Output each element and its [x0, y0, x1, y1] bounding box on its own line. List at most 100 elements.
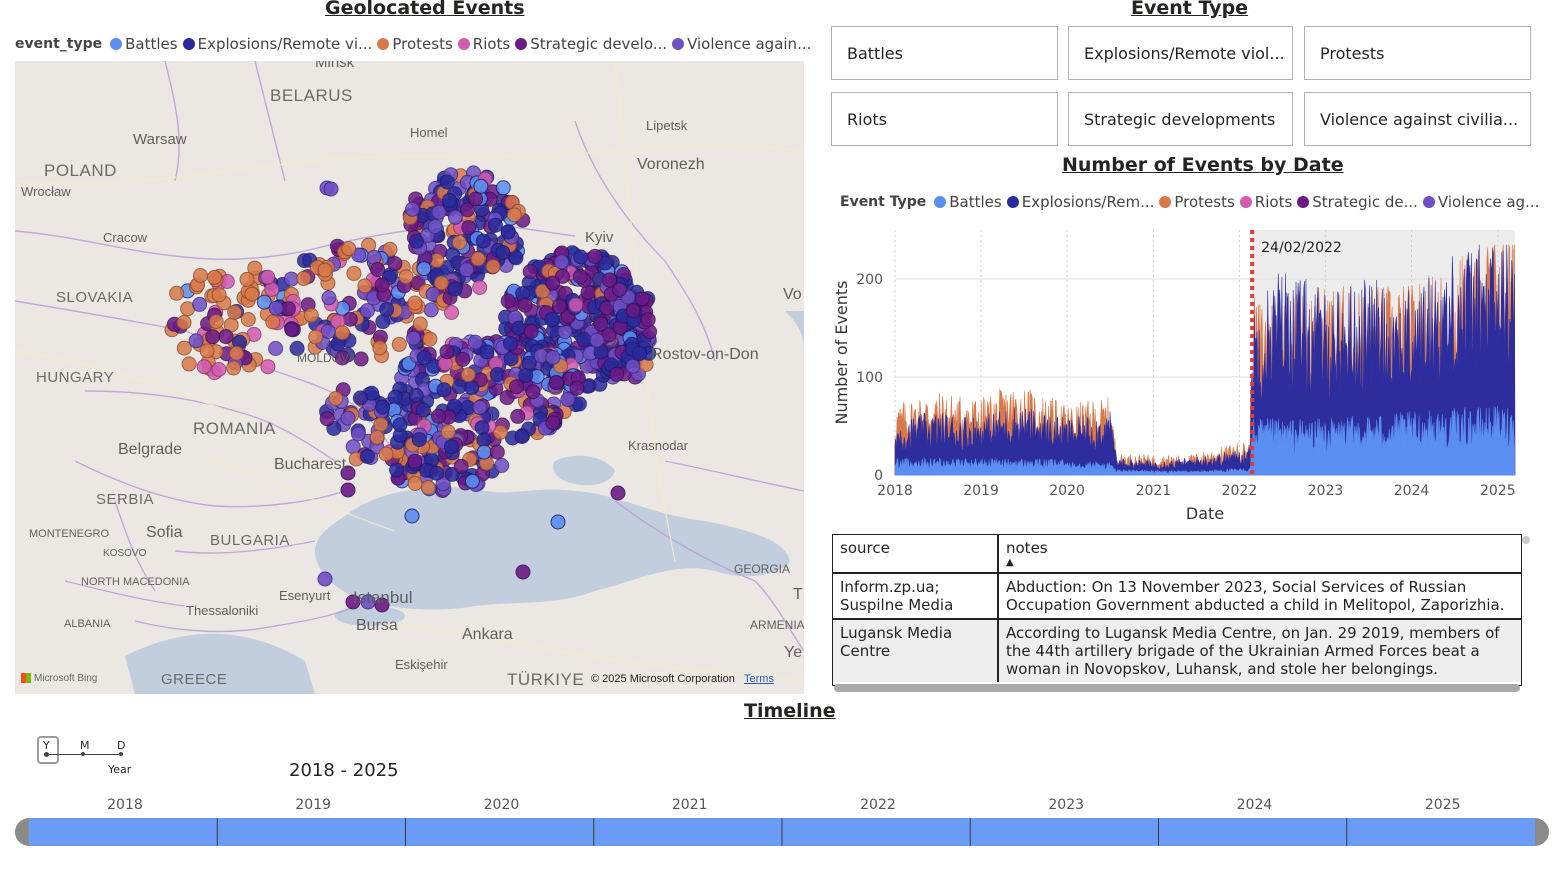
map-event-point[interactable]: [196, 359, 212, 375]
map-event-point[interactable]: [510, 408, 526, 424]
map-event-point[interactable]: [468, 191, 484, 207]
map-event-point[interactable]: [431, 204, 447, 220]
map-event-point[interactable]: [340, 482, 356, 498]
map-event-point[interactable]: [408, 388, 424, 403]
map-event-point[interactable]: [455, 351, 471, 367]
events-table[interactable]: source notes ▲ Inform.zp.ua; Suspilne Med…: [832, 534, 1522, 686]
chart-legend-item-strategic[interactable]: Strategic de...: [1297, 193, 1418, 211]
map-event-point[interactable]: [554, 254, 570, 270]
map-event-point[interactable]: [494, 458, 510, 473]
map-event-point[interactable]: [211, 287, 227, 303]
map-event-point[interactable]: [415, 402, 431, 418]
map-event-point[interactable]: [610, 485, 626, 501]
granularity-month[interactable]: M: [80, 739, 90, 752]
map-event-point[interactable]: [515, 564, 531, 580]
map-event-point[interactable]: [284, 322, 300, 338]
map-event-point[interactable]: [199, 343, 215, 359]
map-event-point[interactable]: [522, 264, 538, 280]
slicer-option-riots[interactable]: Riots: [831, 92, 1058, 146]
map-legend-item-battles[interactable]: Battles: [110, 35, 178, 53]
map-event-point[interactable]: [609, 366, 625, 382]
map-event-point[interactable]: [436, 382, 452, 398]
map-event-point[interactable]: [352, 390, 368, 406]
map-event-point[interactable]: [548, 375, 564, 390]
map-event-point[interactable]: [634, 291, 650, 307]
map-event-point[interactable]: [375, 399, 391, 415]
map-event-point[interactable]: [406, 330, 421, 346]
map-event-point[interactable]: [353, 351, 369, 367]
map-event-point[interactable]: [573, 249, 589, 265]
map-event-point[interactable]: [550, 514, 566, 530]
map-event-point[interactable]: [568, 297, 584, 313]
map-event-point[interactable]: [467, 334, 483, 350]
map-event-point[interactable]: [379, 302, 395, 317]
map-event-point[interactable]: [439, 344, 455, 360]
map-event-point[interactable]: [416, 261, 432, 277]
map-legend-item-riots[interactable]: Riots: [457, 35, 510, 53]
map-event-point[interactable]: [472, 279, 488, 295]
map-event-point[interactable]: [587, 248, 603, 264]
map-event-point[interactable]: [373, 417, 389, 432]
map-event-point[interactable]: [211, 362, 227, 377]
map-event-point[interactable]: [303, 307, 319, 323]
map-legend-item-protests[interactable]: Protests: [377, 35, 453, 53]
map-event-point[interactable]: [308, 329, 324, 345]
map-event-point[interactable]: [517, 297, 533, 313]
slicer-option-explosions[interactable]: Explosions/Remote viol...: [1068, 26, 1293, 80]
map-event-point[interactable]: [459, 262, 474, 278]
map-event-point[interactable]: [464, 473, 480, 489]
map-event-point[interactable]: [407, 295, 423, 311]
map-event-point[interactable]: [576, 332, 592, 347]
map-event-point[interactable]: [464, 380, 480, 396]
map-event-point[interactable]: [407, 453, 423, 469]
chart-legend-item-explosions[interactable]: Explosions/Rem...: [1006, 193, 1154, 211]
map-event-point[interactable]: [317, 571, 333, 587]
map-event-point[interactable]: [487, 217, 503, 233]
chart-legend-item-violence[interactable]: Violence ag...: [1422, 193, 1539, 211]
map-event-point[interactable]: [470, 251, 486, 267]
map-event-point[interactable]: [411, 432, 427, 448]
chart-legend-item-battles[interactable]: Battles: [934, 193, 1002, 211]
map-event-point[interactable]: [205, 329, 221, 345]
map-event-point[interactable]: [509, 379, 525, 395]
geolocated-events-map[interactable]: Minsk BELARUS Warsaw POLAND Homel Lipets…: [15, 61, 804, 694]
map-event-point[interactable]: [398, 269, 414, 285]
slicer-option-strategic[interactable]: Strategic developments: [1068, 92, 1293, 146]
map-event-point[interactable]: [508, 250, 524, 266]
map-terms-link[interactable]: Terms: [744, 673, 774, 685]
map-event-point[interactable]: [378, 446, 394, 462]
map-event-point[interactable]: [427, 219, 443, 234]
map-event-point[interactable]: [350, 426, 366, 442]
slicer-option-protests[interactable]: Protests: [1304, 26, 1531, 80]
map-event-point[interactable]: [218, 329, 234, 345]
map-event-point[interactable]: [405, 201, 420, 217]
timeline-granularity-picker[interactable]: Y M D Year: [36, 736, 146, 780]
map-event-point[interactable]: [240, 312, 256, 327]
events-by-date-chart[interactable]: 0 100 200 2018 2019 2020 2021 2022 2023 2024 2025 2…: [830, 222, 1530, 527]
map-event-point[interactable]: [321, 290, 337, 306]
map-event-point[interactable]: [320, 323, 336, 339]
map-event-point[interactable]: [506, 207, 522, 223]
table-row[interactable]: Lugansk Media Centre According to Lugans…: [833, 620, 1521, 682]
map-event-point[interactable]: [192, 296, 208, 312]
map-event-point[interactable]: [442, 192, 457, 208]
map-event-point[interactable]: [475, 233, 491, 249]
map-event-point[interactable]: [447, 281, 463, 297]
map-legend-item-violence[interactable]: Violence again...: [672, 35, 811, 53]
granularity-year[interactable]: Y: [43, 739, 50, 752]
map-event-point[interactable]: [227, 304, 243, 320]
map-event-point[interactable]: [239, 271, 255, 287]
map-event-point[interactable]: [495, 245, 511, 260]
map-event-point[interactable]: [208, 314, 224, 329]
map-event-point[interactable]: [392, 417, 408, 433]
map-event-point[interactable]: [447, 209, 463, 225]
map-event-point[interactable]: [444, 439, 459, 455]
map-event-point[interactable]: [372, 340, 388, 356]
map-event-point[interactable]: [589, 332, 605, 348]
table-row[interactable]: Inform.zp.ua; Suspilne Media Abduction: …: [833, 574, 1521, 620]
table-vertical-scrollbar[interactable]: [1522, 536, 1530, 544]
map-event-point[interactable]: [632, 345, 648, 361]
map-event-point[interactable]: [545, 415, 561, 431]
map-event-point[interactable]: [296, 270, 312, 286]
map-event-point[interactable]: [525, 384, 541, 400]
